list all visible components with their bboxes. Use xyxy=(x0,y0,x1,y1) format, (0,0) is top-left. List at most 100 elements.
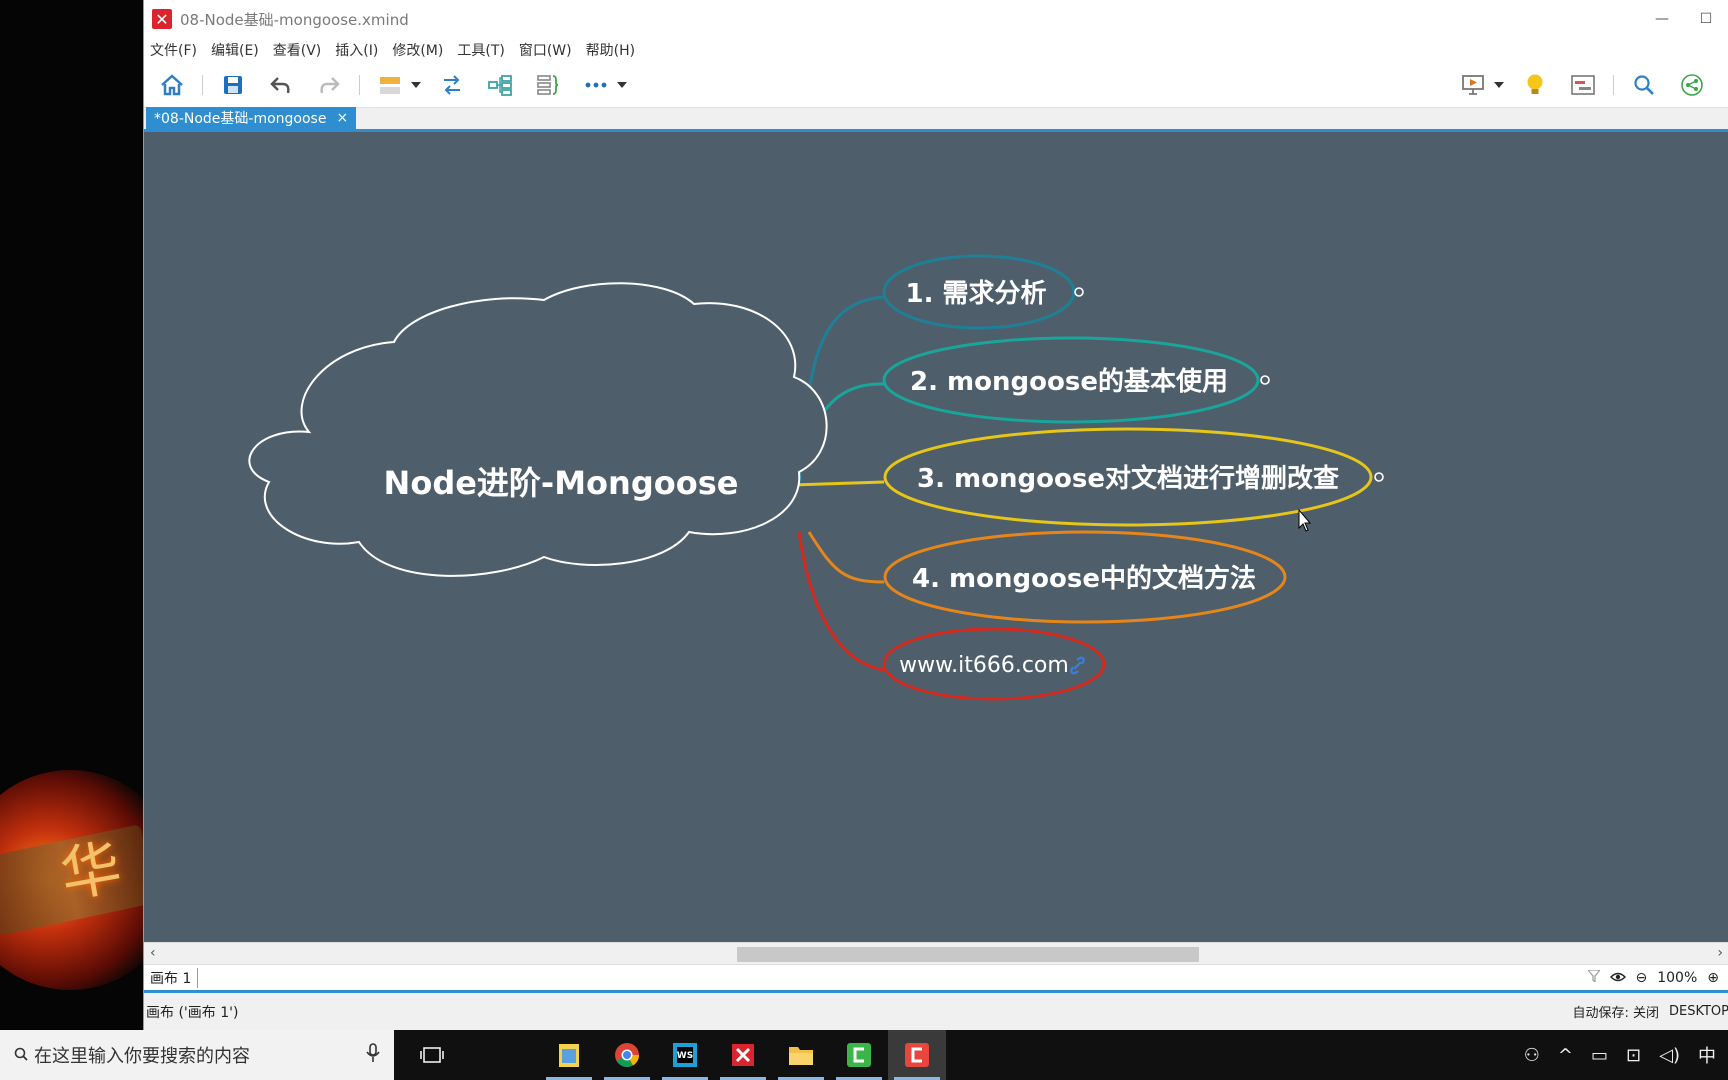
search-icon xyxy=(14,1046,28,1065)
ime-indicator[interactable]: 中 xyxy=(1698,1042,1716,1068)
home-icon xyxy=(161,73,183,95)
topic-5-label: www.it666.com xyxy=(899,653,1069,678)
zoom-level: 100% xyxy=(1657,969,1698,986)
taskbar-app-explorer[interactable] xyxy=(772,1030,830,1080)
taskbar-search[interactable]: 在这里输入你要搜索的内容 xyxy=(0,1030,394,1080)
system-tray: ⚇ ^ ▭ ⊡ ◁) 中 xyxy=(1506,1042,1728,1068)
mindmap-canvas[interactable]: Node进阶-Mongoose 1. 需求分析 2. mongoose的基本使用… xyxy=(144,132,1728,942)
toolbar-separator xyxy=(202,74,203,95)
undo-button[interactable] xyxy=(263,69,299,101)
scroll-right-icon[interactable]: › xyxy=(1717,945,1723,961)
more-icon xyxy=(585,82,607,87)
topic-3-label: 3. mongoose对文档进行增删改查 xyxy=(917,463,1339,494)
more-button[interactable] xyxy=(578,69,614,101)
brainstorm-button[interactable] xyxy=(1517,69,1553,101)
save-button[interactable] xyxy=(215,69,251,101)
menu-edit[interactable]: 编辑(E) xyxy=(211,40,259,60)
eye-icon[interactable] xyxy=(1609,970,1626,986)
scroll-left-icon[interactable]: ‹ xyxy=(150,945,156,961)
presentation-button[interactable] xyxy=(1455,69,1491,101)
zoom-out-icon[interactable]: ⊖ xyxy=(1636,970,1648,986)
presentation-dropdown[interactable] xyxy=(1493,69,1505,101)
branch-line-4 xyxy=(807,531,885,584)
undo-icon xyxy=(270,76,290,93)
people-icon[interactable]: ⚇ xyxy=(1524,1045,1540,1066)
sheet-bar: 画布 1 ⊖ 100% ⊕ xyxy=(144,964,1728,990)
editor-tabs: *08-Node基础-mongoose × xyxy=(144,107,1728,132)
menu-insert[interactable]: 插入(I) xyxy=(335,40,378,60)
insert-topic-button[interactable] xyxy=(372,69,408,101)
hyperlink-icon[interactable] xyxy=(1070,656,1085,675)
redo-button[interactable] xyxy=(311,69,347,101)
taskbar-app-chrome[interactable] xyxy=(598,1030,656,1080)
collapse-handle-1[interactable] xyxy=(1074,287,1084,297)
toolbar xyxy=(144,62,1728,108)
more-dropdown[interactable] xyxy=(616,69,628,101)
lightbulb-icon xyxy=(1527,74,1543,94)
save-icon xyxy=(224,75,242,94)
close-tab-icon[interactable]: × xyxy=(336,110,348,126)
folder-icon xyxy=(789,1047,813,1065)
gantt-button[interactable] xyxy=(1565,69,1601,101)
xmind-icon: ✕ xyxy=(152,9,172,29)
share-button[interactable] xyxy=(1674,69,1710,101)
relationship-icon xyxy=(444,74,460,95)
battery-icon[interactable]: ▭ xyxy=(1591,1045,1608,1066)
presentation-icon xyxy=(1462,74,1484,95)
taskbar-app-xmind[interactable] xyxy=(714,1030,772,1080)
network-icon[interactable]: ⊡ xyxy=(1626,1045,1641,1066)
document-tab[interactable]: *08-Node基础-mongoose × xyxy=(146,107,357,129)
structure-button[interactable] xyxy=(482,69,518,101)
filter-icon[interactable] xyxy=(1586,968,1601,986)
window-title: 08-Node基础-mongoose.xmind xyxy=(180,10,409,29)
topic-4-label: 4. mongoose中的文档方法 xyxy=(912,563,1256,594)
topic-dropdown[interactable] xyxy=(410,69,422,101)
title-bar[interactable]: ✕ 08-Node基础-mongoose.xmind — ☐ xyxy=(144,0,1728,38)
autosave-status[interactable]: 自动保存: 关闭 xyxy=(1572,1002,1659,1021)
status-canvas-name: 画布 ('画布 1') xyxy=(146,1004,239,1021)
chevron-down-icon xyxy=(1494,81,1504,88)
taskbar-app-webstorm[interactable]: WS xyxy=(656,1030,714,1080)
central-topic-cloud[interactable] xyxy=(248,282,828,577)
search-button[interactable] xyxy=(1626,69,1662,101)
branch-line-3 xyxy=(791,480,885,487)
status-bar: 画布 ('画布 1') 自动保存: 关闭 DESKTOP xyxy=(144,990,1728,1030)
topic-icon xyxy=(380,76,400,94)
notepad-icon xyxy=(559,1044,579,1067)
task-view-button[interactable] xyxy=(404,1030,460,1080)
branch-line-5 xyxy=(797,531,885,672)
menu-tools[interactable]: 工具(T) xyxy=(457,40,504,60)
mindmap-svg: Node进阶-Mongoose 1. 需求分析 2. mongoose的基本使用… xyxy=(248,254,1384,701)
summary-icon xyxy=(537,74,559,95)
share-icon xyxy=(1681,73,1703,96)
horizontal-scrollbar[interactable]: ‹ › xyxy=(144,942,1728,964)
toolbar-separator xyxy=(359,74,360,95)
menu-modify[interactable]: 修改(M) xyxy=(392,40,443,60)
scrollbar-thumb[interactable] xyxy=(737,947,1199,962)
menu-help[interactable]: 帮助(H) xyxy=(586,40,635,60)
sheet-tab-1[interactable]: 画布 1 xyxy=(144,967,199,988)
central-topic-label: Node进阶-Mongoose xyxy=(384,464,739,502)
webstorm-icon: WS xyxy=(673,1043,697,1067)
minimize-button[interactable]: — xyxy=(1640,0,1684,38)
taskbar-app-camtasia-recorder[interactable] xyxy=(830,1030,888,1080)
menu-file[interactable]: 文件(F) xyxy=(150,40,197,60)
home-button[interactable] xyxy=(154,69,190,101)
menu-view[interactable]: 查看(V) xyxy=(273,40,322,60)
chevron-up-icon[interactable]: ^ xyxy=(1558,1045,1573,1066)
structure-icon xyxy=(488,74,512,96)
relationship-button[interactable] xyxy=(434,69,470,101)
collapse-handle-2[interactable] xyxy=(1260,375,1270,385)
taskbar-app-camtasia[interactable] xyxy=(888,1030,946,1080)
volume-icon[interactable]: ◁) xyxy=(1659,1045,1680,1066)
taskbar-app-notepad[interactable] xyxy=(540,1030,598,1080)
maximize-button[interactable]: ☐ xyxy=(1684,0,1728,38)
chevron-down-icon xyxy=(411,81,421,88)
microphone-icon[interactable] xyxy=(366,1043,380,1067)
search-placeholder: 在这里输入你要搜索的内容 xyxy=(34,1046,250,1067)
chrome-icon xyxy=(615,1043,639,1068)
zoom-in-icon[interactable]: ⊕ xyxy=(1707,970,1719,986)
collapse-handle-3[interactable] xyxy=(1374,472,1384,482)
summary-button[interactable] xyxy=(530,69,566,101)
menu-window[interactable]: 窗口(W) xyxy=(519,40,572,60)
